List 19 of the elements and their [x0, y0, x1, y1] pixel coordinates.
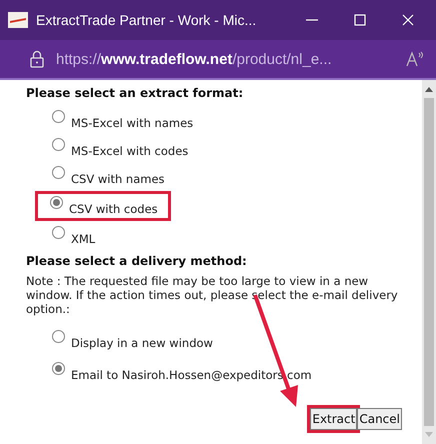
radio-option[interactable]: CSV with codes: [38, 194, 168, 218]
dialog-button[interactable]: Extract: [310, 408, 358, 430]
window-title: ExtractTrade Partner - Work - Mic...: [36, 12, 258, 28]
radio-option[interactable]: MS-Excel with names: [48, 110, 198, 130]
close-icon[interactable]: [401, 13, 415, 27]
radio-option[interactable]: CSV with names: [48, 166, 169, 186]
radio-option[interactable]: MS-Excel with codes: [48, 138, 192, 158]
app-logo-icon: [8, 12, 28, 28]
scrollbar[interactable]: [422, 80, 436, 444]
scrollbar-thumb[interactable]: [424, 98, 434, 426]
lock-icon: [30, 50, 44, 68]
scroll-up-icon[interactable]: [425, 86, 433, 92]
radio-option[interactable]: Display in a new window: [48, 330, 217, 350]
section-heading: Please select a delivery method:: [26, 254, 248, 268]
read-aloud-icon[interactable]: [406, 51, 424, 67]
section-heading: Please select an extract format:: [26, 86, 244, 100]
radio-option[interactable]: XML: [48, 226, 100, 246]
dialog-button[interactable]: Cancel: [357, 408, 402, 430]
maximize-icon[interactable]: [353, 13, 367, 27]
